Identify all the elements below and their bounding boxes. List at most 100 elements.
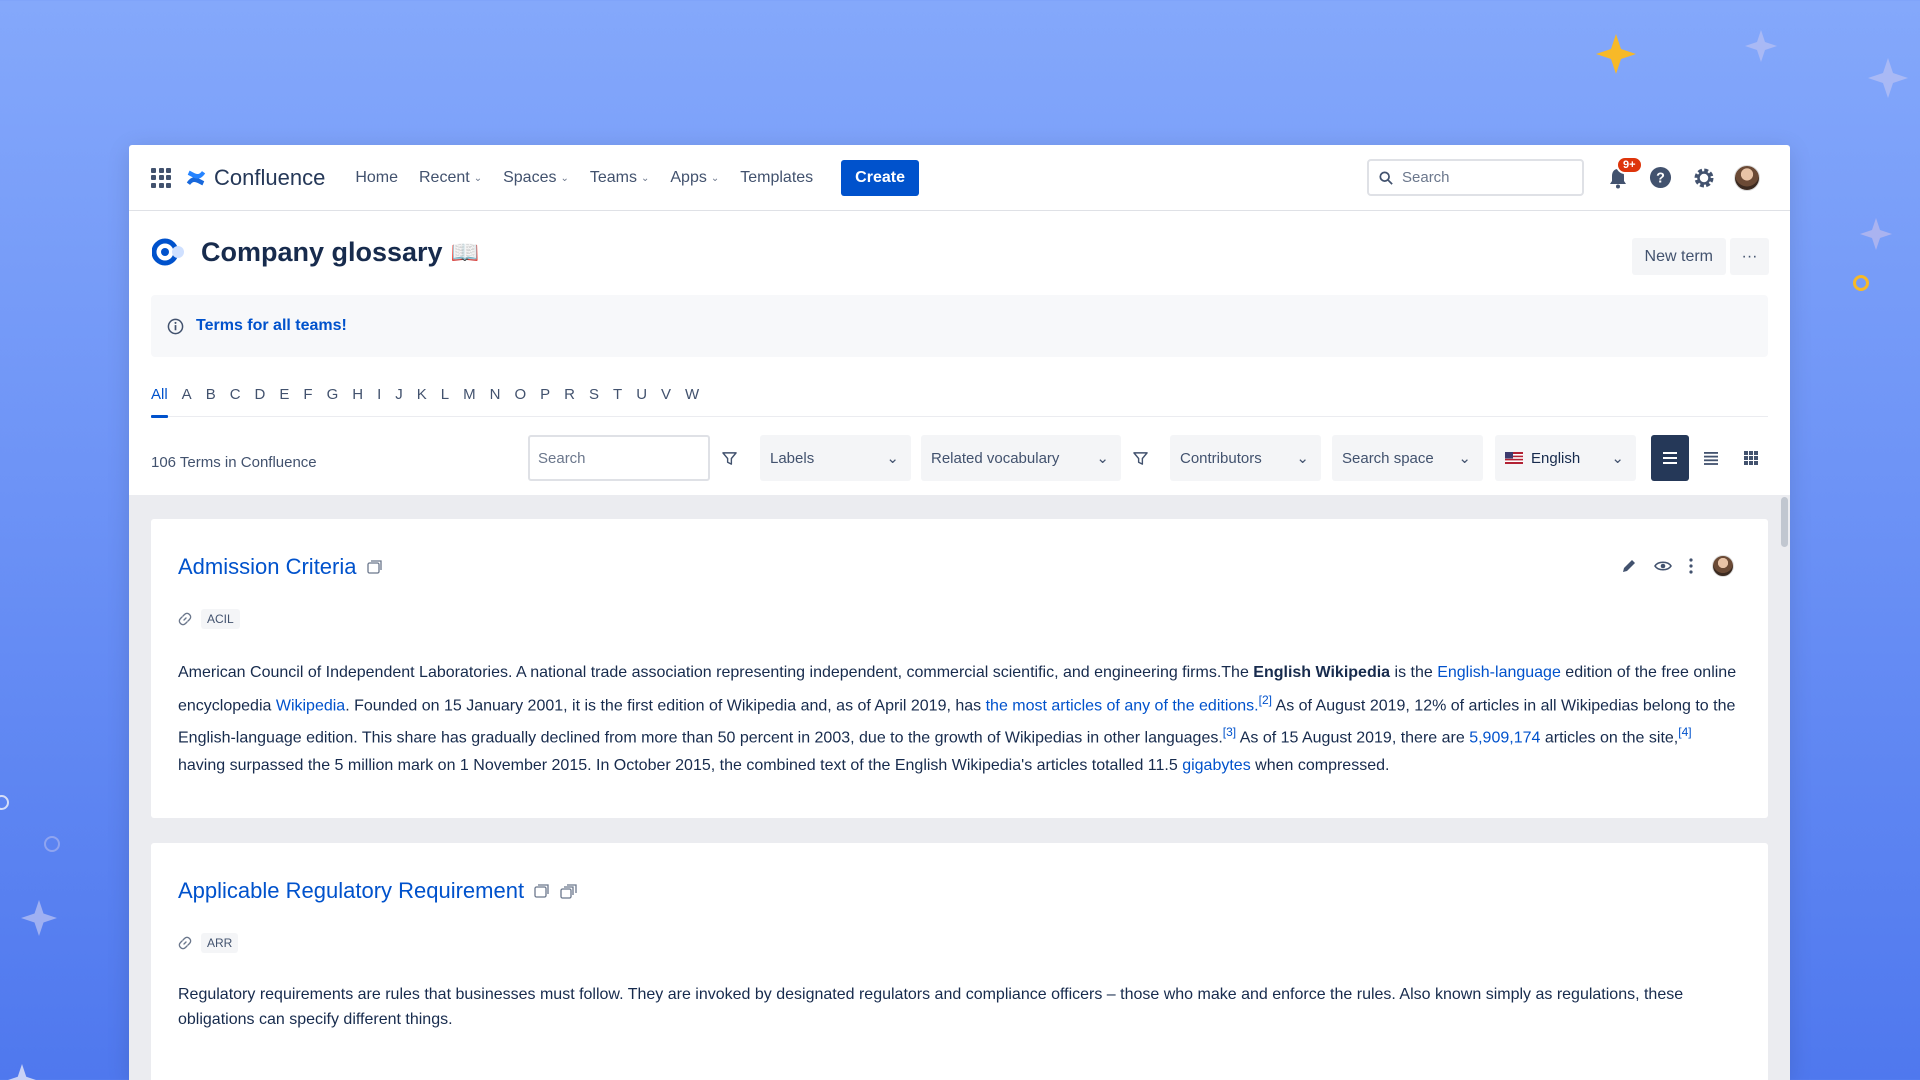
description-link[interactable]: the most articles of any of the editions… [986, 697, 1259, 714]
alphabet-tab-l[interactable]: L [441, 385, 449, 417]
search-icon [1379, 170, 1393, 185]
alphabet-tab-s[interactable]: S [589, 385, 599, 417]
alphabet-tab-a[interactable]: A [182, 385, 192, 417]
term-title-link[interactable]: Admission Criteria [178, 554, 357, 580]
alphabet-tab-i[interactable]: I [377, 385, 381, 417]
alphabet-tab-e[interactable]: E [279, 385, 289, 417]
terms-search-input[interactable]: Search [528, 435, 710, 481]
nav-templates[interactable]: Templates [740, 169, 813, 187]
detailed-list-view-button[interactable] [1692, 435, 1730, 481]
nav-spaces[interactable]: Spaces ⌄ [503, 169, 569, 187]
create-button[interactable]: Create [841, 159, 919, 196]
search-space-select[interactable]: Search space ⌄ [1332, 435, 1483, 481]
alphabet-tab-h[interactable]: H [352, 385, 363, 417]
avatar [1733, 164, 1760, 191]
nav-recent[interactable]: Recent ⌄ [419, 169, 482, 187]
top-right-controls: Search 9+ ? [1367, 156, 1768, 196]
app-switcher-icon[interactable] [151, 167, 171, 188]
star-decoration-icon [1860, 218, 1892, 250]
alphabet-tab-g[interactable]: G [327, 385, 339, 417]
language-select[interactable]: English ⌄ [1495, 435, 1636, 481]
info-panel: Terms for all teams! [151, 295, 1768, 357]
grid-view-button[interactable] [1732, 435, 1770, 481]
alphabet-tab-p[interactable]: P [540, 385, 550, 417]
book-icon: 📖 [450, 239, 480, 265]
chevron-down-icon: ⌄ [1611, 450, 1624, 467]
citation-link[interactable]: [4] [1678, 725, 1691, 739]
alphabet-tab-n[interactable]: N [490, 385, 501, 417]
pencil-icon[interactable] [1621, 558, 1637, 574]
contributor-avatar[interactable] [1712, 555, 1734, 577]
alphabet-filter: All A B C D E F G H I J K L M N O P R S T U V W [151, 385, 1768, 418]
profile-button[interactable] [1725, 159, 1768, 196]
nav-spaces-label: Spaces [503, 168, 557, 186]
link-icon [178, 936, 192, 950]
chevron-down-icon: ⌄ [640, 173, 650, 184]
term-title-link[interactable]: Applicable Regulatory Requirement [178, 878, 524, 904]
alphabet-tab-j[interactable]: J [395, 385, 403, 417]
vocabulary-filter-button[interactable] [1122, 435, 1158, 481]
term-description: American Council of Independent Laborato… [178, 659, 1743, 780]
term-title: Applicable Regulatory Requirement [178, 878, 578, 904]
alphabet-tab-u[interactable]: U [636, 385, 647, 417]
help-button[interactable]: ? [1639, 159, 1682, 196]
alphabet-tab-v[interactable]: V [661, 385, 671, 417]
labels-select[interactable]: Labels ⌄ [760, 435, 911, 481]
alphabet-tab-f[interactable]: F [303, 385, 312, 417]
alphabet-tab-r[interactable]: R [564, 385, 575, 417]
notifications-button[interactable]: 9+ [1596, 156, 1643, 196]
citation-link[interactable]: [3] [1223, 725, 1236, 739]
description-link[interactable]: 5,909,174 [1469, 730, 1540, 747]
description-link[interactable]: Wikipedia [276, 697, 345, 714]
alphabet-tab-k[interactable]: K [417, 385, 427, 417]
language-select-value: English [1531, 449, 1581, 467]
alphabet-tab-t[interactable]: T [613, 385, 622, 417]
alphabet-tab-b[interactable]: B [206, 385, 216, 417]
description-text: As of 15 August 2019, there are [1236, 729, 1470, 747]
term-actions [1621, 555, 1734, 577]
alphabet-tab-m[interactable]: M [463, 385, 476, 417]
copy-multiple-icon[interactable] [560, 883, 578, 899]
term-description: Regulatory requirements are rules that b… [178, 986, 1684, 1028]
nav-home-label: Home [355, 168, 398, 186]
description-link[interactable]: English-language [1437, 664, 1561, 681]
scrollbar-thumb[interactable] [1781, 497, 1788, 547]
compact-list-view-button[interactable] [1651, 435, 1689, 481]
chevron-down-icon: ⌄ [1296, 450, 1309, 467]
star-decoration-icon [21, 900, 57, 936]
circle-decoration [44, 836, 60, 852]
confluence-logo[interactable]: Confluence [185, 165, 325, 191]
filter-icon [1132, 451, 1148, 465]
new-term-button[interactable]: New term [1631, 238, 1726, 275]
settings-button[interactable] [1682, 159, 1725, 196]
contributors-select-value: Contributors [1180, 449, 1262, 467]
alphabet-tab-o[interactable]: O [514, 385, 526, 417]
nav-teams[interactable]: Teams ⌄ [590, 169, 650, 187]
contributors-select[interactable]: Contributors ⌄ [1170, 435, 1321, 481]
chevron-down-icon: ⌄ [710, 173, 720, 184]
description-link[interactable]: gigabytes [1182, 757, 1251, 774]
copy-icon[interactable] [534, 884, 550, 898]
global-search-input[interactable]: Search [1367, 159, 1584, 196]
description-text: is the [1390, 664, 1438, 681]
term-abbreviation: ACIL [178, 609, 240, 629]
gear-icon [1694, 168, 1713, 187]
more-actions-button[interactable]: ··· [1730, 238, 1769, 275]
filter-icon [721, 451, 737, 465]
help-icon: ? [1649, 166, 1672, 189]
alphabet-tab-all[interactable]: All [151, 385, 168, 418]
term-card: Applicable Regulatory Requirement ARR Re… [151, 843, 1768, 1080]
eye-icon[interactable] [1654, 560, 1672, 572]
alphabet-tab-c[interactable]: C [230, 385, 241, 417]
alphabet-tab-w[interactable]: W [685, 385, 699, 417]
app-name: Confluence [214, 164, 326, 190]
alphabet-tab-d[interactable]: D [255, 385, 266, 417]
copy-icon[interactable] [366, 560, 383, 574]
nav-home[interactable]: Home [355, 169, 398, 187]
more-vertical-icon[interactable] [1689, 558, 1693, 574]
filter-button[interactable] [711, 435, 747, 481]
circle-decoration [1853, 275, 1869, 291]
nav-apps[interactable]: Apps ⌄ [670, 169, 719, 187]
related-vocabulary-select[interactable]: Related vocabulary ⌄ [921, 435, 1121, 481]
citation-link[interactable]: [2] [1259, 693, 1272, 707]
